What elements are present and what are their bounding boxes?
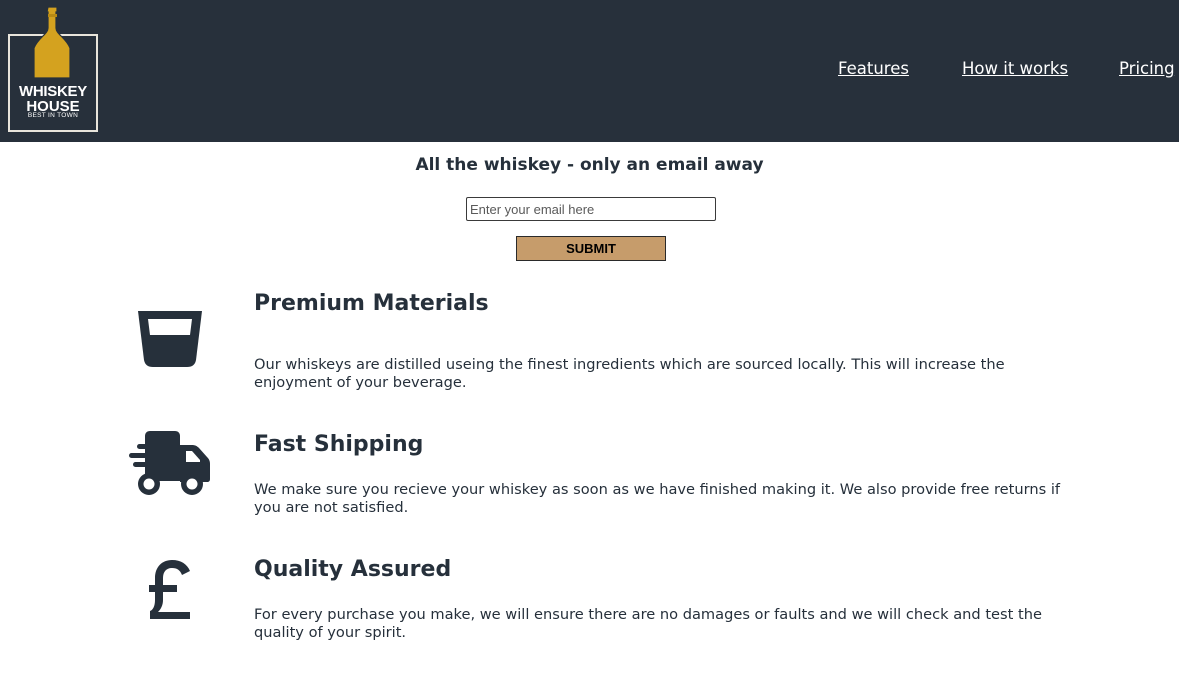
pound-sign-icon xyxy=(149,560,190,619)
feature-title-premium-materials: Premium Materials xyxy=(254,291,489,316)
whiskey-glass-icon xyxy=(138,311,202,367)
feature-text-fast-shipping: We make sure you recieve your whiskey as… xyxy=(254,481,1061,516)
email-input[interactable] xyxy=(466,197,716,221)
nav-link-pricing[interactable]: Pricing xyxy=(1119,59,1175,78)
feature-text-quality-assured: For every purchase you make, we will ens… xyxy=(254,606,1042,641)
nav-link-features[interactable]: Features xyxy=(838,59,909,78)
site-header: WHISKEY HOUSE BEST IN TOWN Features How … xyxy=(0,0,1179,142)
feature-title-fast-shipping: Fast Shipping xyxy=(254,432,424,457)
shipping-truck-icon xyxy=(129,431,210,495)
main-nav: Features How it works Pricing xyxy=(0,59,1179,83)
logo-tagline: BEST IN TOWN xyxy=(27,112,79,119)
submit-button[interactable]: SUBMIT xyxy=(516,236,666,261)
feature-text-premium-materials: Our whiskeys are distilled useing the fi… xyxy=(254,356,1005,391)
nav-link-how-it-works[interactable]: How it works xyxy=(962,59,1068,78)
feature-title-quality-assured: Quality Assured xyxy=(254,557,452,582)
hero-title: All the whiskey - only an email away xyxy=(415,155,764,175)
